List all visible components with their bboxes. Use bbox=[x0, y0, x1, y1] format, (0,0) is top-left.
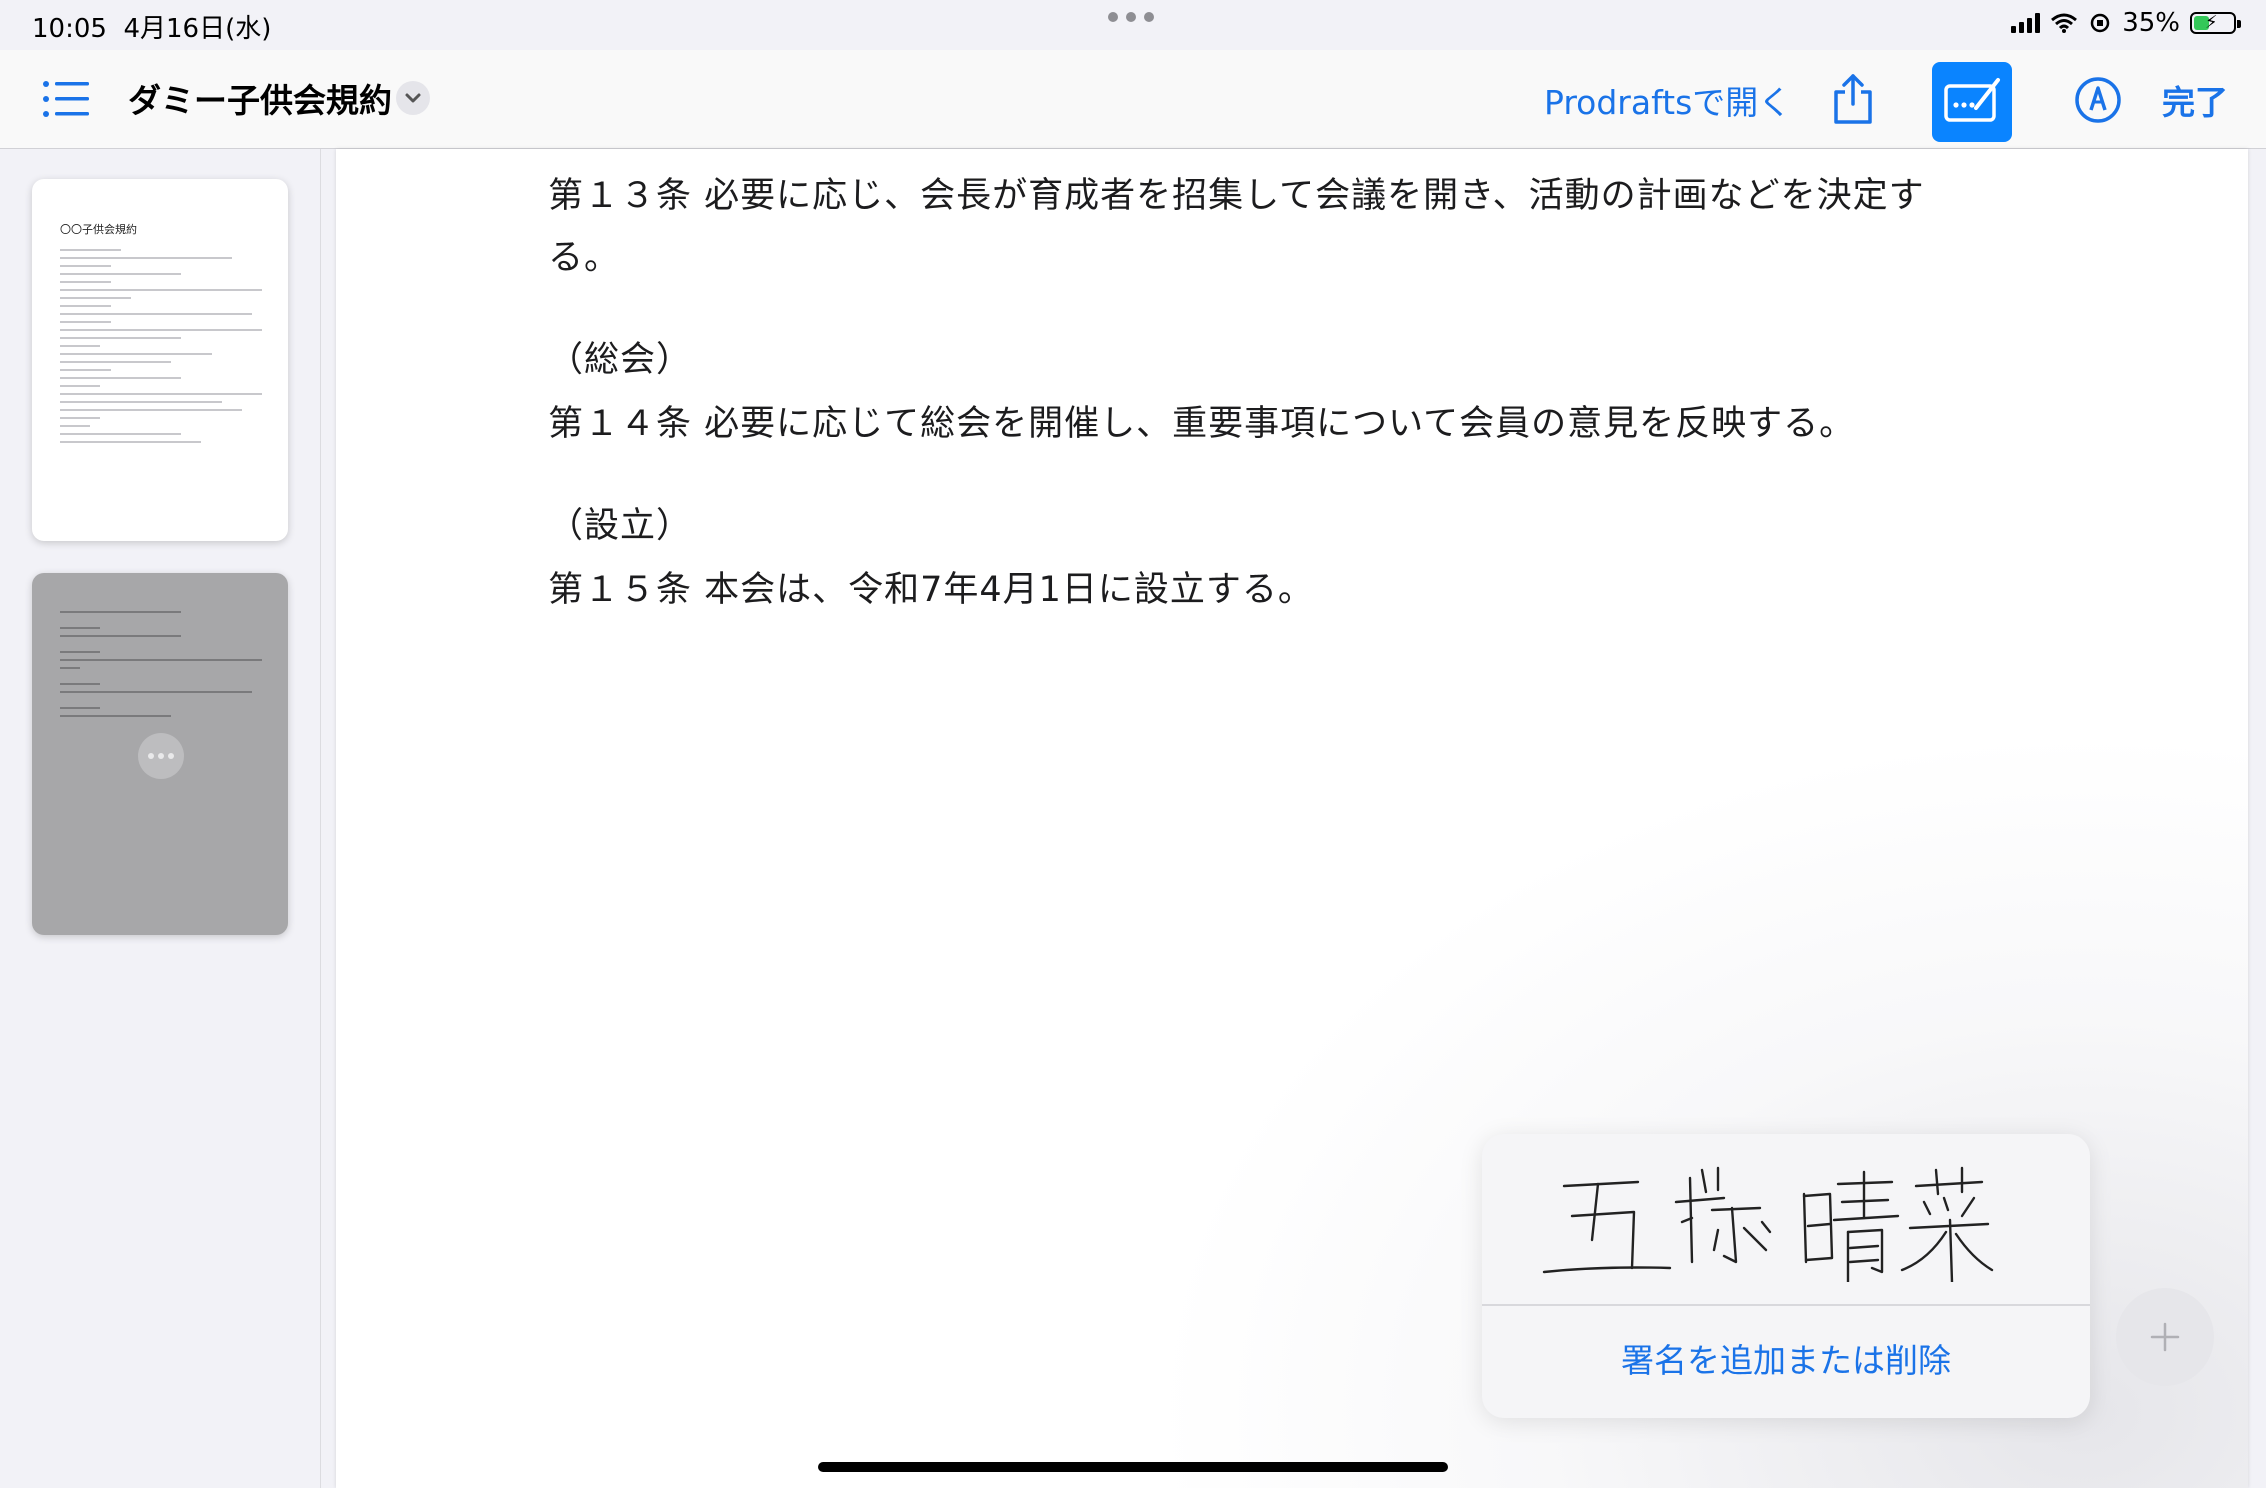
handwritten-signature bbox=[1542, 1166, 1994, 1282]
article-13-text: 第１３条 必要に応じ、会長が育成者を招集して会議を開き、活動の計画などを決定す bbox=[548, 176, 1925, 216]
orientation-lock-icon bbox=[2090, 13, 2110, 33]
open-in-prodrafts-button[interactable]: Prodraftsで開く bbox=[1544, 76, 1791, 124]
status-bar: 10:05 4月16日(水) 35% ⚡ bbox=[0, 0, 2266, 50]
home-indicator[interactable] bbox=[818, 1462, 1448, 1472]
markup-icon bbox=[1944, 78, 2000, 122]
thumbnail-text-lines bbox=[60, 611, 262, 723]
share-icon[interactable] bbox=[1830, 72, 1876, 126]
add-annotation-button[interactable] bbox=[2116, 1288, 2214, 1386]
plus-icon bbox=[2150, 1322, 2180, 1352]
chevron-down-icon bbox=[405, 93, 421, 103]
signature-popover: 署名を追加または削除 bbox=[1482, 1134, 2090, 1418]
title-menu-button[interactable] bbox=[396, 81, 430, 115]
thumbnail-title: 〇〇子供会規約 bbox=[60, 223, 137, 236]
time-text: 10:05 bbox=[32, 14, 107, 44]
section-heading-establishment: （設立） bbox=[548, 506, 693, 546]
pen-icon[interactable] bbox=[2074, 76, 2122, 124]
date-text: 4月16日(水) bbox=[123, 14, 272, 44]
article-14-text: 第１４条 必要に応じて総会を開催し、重要事項について会員の意見を反映する。 bbox=[548, 404, 1856, 444]
wifi-icon bbox=[2051, 13, 2078, 33]
document-title[interactable]: ダミー子供会規約 bbox=[128, 74, 392, 122]
done-button[interactable]: 完了 bbox=[2162, 76, 2228, 124]
add-or-remove-signature-button[interactable]: 署名を追加または削除 bbox=[1482, 1304, 2090, 1418]
article-15-text: 第１５条 本会は、令和7年4月1日に設立する。 bbox=[548, 570, 1314, 610]
section-heading-general-meeting: （総会） bbox=[548, 340, 693, 380]
status-indicators: 35% ⚡ bbox=[2011, 8, 2241, 38]
thumbnail-more-icon[interactable] bbox=[138, 733, 184, 779]
battery-icon: ⚡ bbox=[2190, 12, 2241, 34]
list-icon[interactable] bbox=[42, 80, 90, 118]
markup-button[interactable] bbox=[1932, 62, 2012, 142]
page-thumbnail-sidebar: 〇〇子供会規約 bbox=[0, 149, 321, 1488]
multitasking-dots-icon[interactable] bbox=[1108, 12, 1154, 22]
article-13-continued: る。 bbox=[548, 238, 621, 278]
battery-percent: 35% bbox=[2122, 8, 2180, 38]
status-time: 10:05 4月16日(水) bbox=[32, 8, 271, 45]
toolbar: ダミー子供会規約 Prodraftsで開く 完了 bbox=[0, 50, 2266, 149]
page-thumbnail-2[interactable] bbox=[32, 573, 288, 935]
page-thumbnail-1[interactable]: 〇〇子供会規約 bbox=[32, 179, 288, 541]
cellular-signal-icon bbox=[2011, 13, 2041, 33]
saved-signature[interactable] bbox=[1482, 1134, 2090, 1306]
thumbnail-text-lines bbox=[60, 249, 262, 449]
